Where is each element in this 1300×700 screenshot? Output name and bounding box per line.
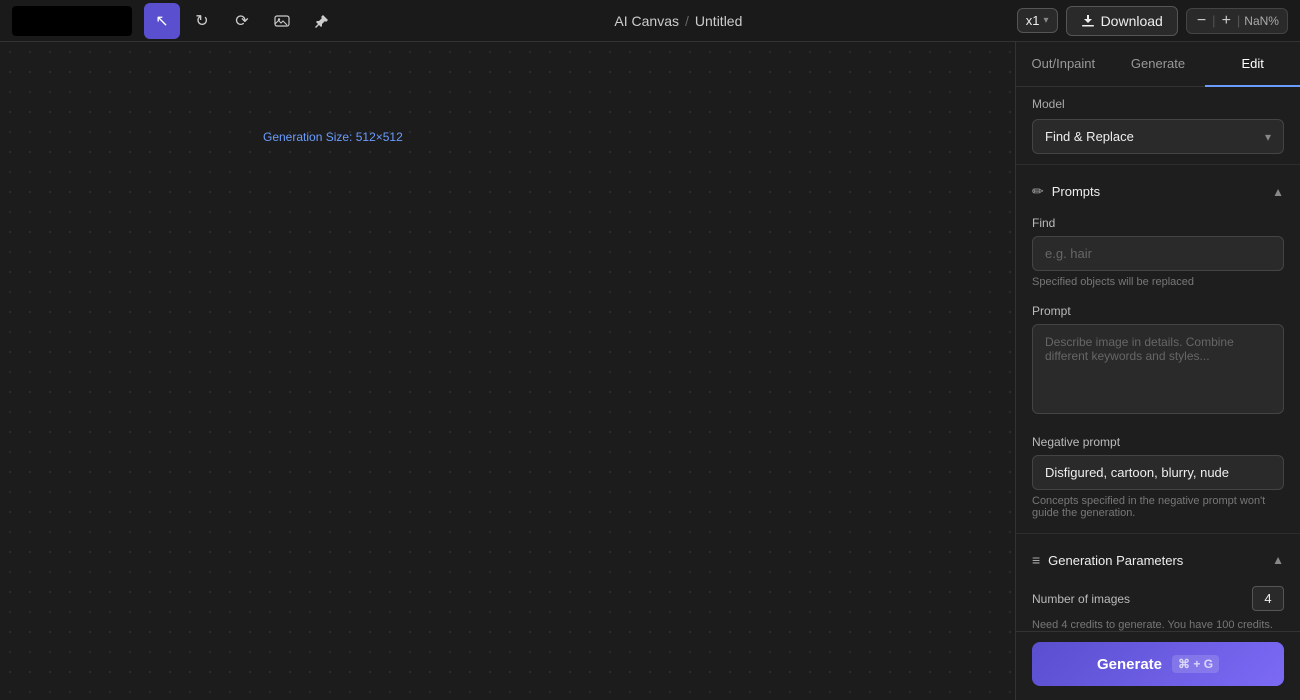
main-area: Generation Size: 512×512 Out/Inpaint Gen… — [0, 42, 1300, 700]
topbar: ↖ ↻ ⟳ AI Canvas / Untitled x1 ▾ — [0, 0, 1300, 42]
breadcrumb-app: AI Canvas — [614, 13, 679, 29]
model-selected-value: Find & Replace — [1045, 129, 1134, 144]
tab-outinpaint[interactable]: Out/Inpaint — [1016, 42, 1111, 87]
prompt-field-group: Prompt — [1016, 298, 1300, 429]
find-input[interactable] — [1032, 236, 1284, 271]
download-label: Download — [1101, 13, 1163, 29]
prompts-section-header[interactable]: ✏ Prompts ▲ — [1016, 169, 1300, 210]
panel-content: Model Find & Replace ▾ ✏ Prompts ▲ Find — [1016, 87, 1300, 631]
pin-tool-btn[interactable] — [304, 3, 340, 39]
generate-btn-area: Generate ⌘ + G — [1016, 631, 1300, 700]
generate-label: Generate — [1097, 656, 1162, 673]
gen-params-title-row: ≡ Generation Parameters — [1032, 552, 1183, 568]
num-images-hint: Need 4 credits to generate. You have 100… — [1016, 619, 1300, 631]
zoom-level-arrow: ▾ — [1044, 15, 1049, 26]
find-field-group: Find Specified objects will be replaced — [1016, 210, 1300, 298]
pencil-icon: ✏ — [1032, 183, 1044, 200]
tab-edit[interactable]: Edit — [1205, 42, 1300, 87]
loop-tool-btn[interactable]: ↻ — [184, 3, 220, 39]
zoom-level-label: x1 — [1026, 13, 1040, 28]
zoom-level-badge[interactable]: x1 ▾ — [1017, 8, 1058, 33]
right-panel: Out/Inpaint Generate Edit Model Find & R… — [1015, 42, 1300, 700]
image-tool-btn[interactable] — [264, 3, 300, 39]
breadcrumb-separator: / — [685, 13, 689, 29]
logo — [12, 6, 132, 36]
zoom-minus-btn[interactable]: − — [1195, 13, 1208, 29]
negative-prompt-hint: Concepts specified in the negative promp… — [1032, 495, 1284, 519]
negative-prompt-input[interactable] — [1032, 455, 1284, 490]
prompts-chevron-icon: ▲ — [1272, 185, 1284, 199]
find-hint: Specified objects will be replaced — [1032, 276, 1284, 288]
prompt-textarea[interactable] — [1032, 324, 1284, 414]
canvas-dots — [0, 42, 1015, 700]
num-images-value[interactable]: 4 — [1252, 586, 1284, 611]
prompt-label: Prompt — [1032, 304, 1284, 318]
zoom-percentage: NaN% — [1244, 14, 1279, 28]
topbar-left: ↖ ↻ ⟳ — [12, 3, 340, 39]
model-select-dropdown[interactable]: Find & Replace ▾ — [1032, 119, 1284, 154]
generate-shortcut: ⌘ + G — [1172, 655, 1219, 673]
tab-generate[interactable]: Generate — [1111, 42, 1206, 87]
divider-2 — [1016, 533, 1300, 534]
divider-1 — [1016, 164, 1300, 165]
panel-tabs: Out/Inpaint Generate Edit — [1016, 42, 1300, 87]
prompts-title-row: ✏ Prompts — [1032, 183, 1100, 200]
zoom-control: − | + | NaN% — [1186, 8, 1288, 34]
model-section: Model Find & Replace ▾ — [1016, 87, 1300, 160]
download-button[interactable]: Download — [1066, 6, 1178, 36]
generate-button[interactable]: Generate ⌘ + G — [1032, 642, 1284, 686]
model-select-arrow-icon: ▾ — [1265, 130, 1271, 144]
model-label: Model — [1032, 97, 1284, 111]
gen-params-chevron-icon: ▲ — [1272, 553, 1284, 567]
breadcrumb-file: Untitled — [695, 13, 742, 29]
negative-prompt-label: Negative prompt — [1032, 435, 1284, 449]
refresh-tool-btn[interactable]: ⟳ — [224, 3, 260, 39]
find-label: Find — [1032, 216, 1284, 230]
prompts-section-title: Prompts — [1052, 184, 1100, 199]
breadcrumb: AI Canvas / Untitled — [614, 13, 742, 29]
gen-params-section-title: Generation Parameters — [1048, 553, 1183, 568]
cursor-tool-btn[interactable]: ↖ — [144, 3, 180, 39]
sliders-icon: ≡ — [1032, 552, 1040, 568]
canvas-area[interactable]: Generation Size: 512×512 — [0, 42, 1015, 700]
topbar-right: x1 ▾ Download − | + | NaN% — [1017, 6, 1288, 36]
negative-prompt-field-group: Negative prompt Concepts specified in th… — [1016, 429, 1300, 529]
gen-params-section-header[interactable]: ≡ Generation Parameters ▲ — [1016, 538, 1300, 578]
num-images-label: Number of images — [1032, 592, 1130, 606]
num-images-row: Number of images 4 — [1016, 578, 1300, 619]
zoom-plus-btn[interactable]: + — [1220, 13, 1233, 29]
